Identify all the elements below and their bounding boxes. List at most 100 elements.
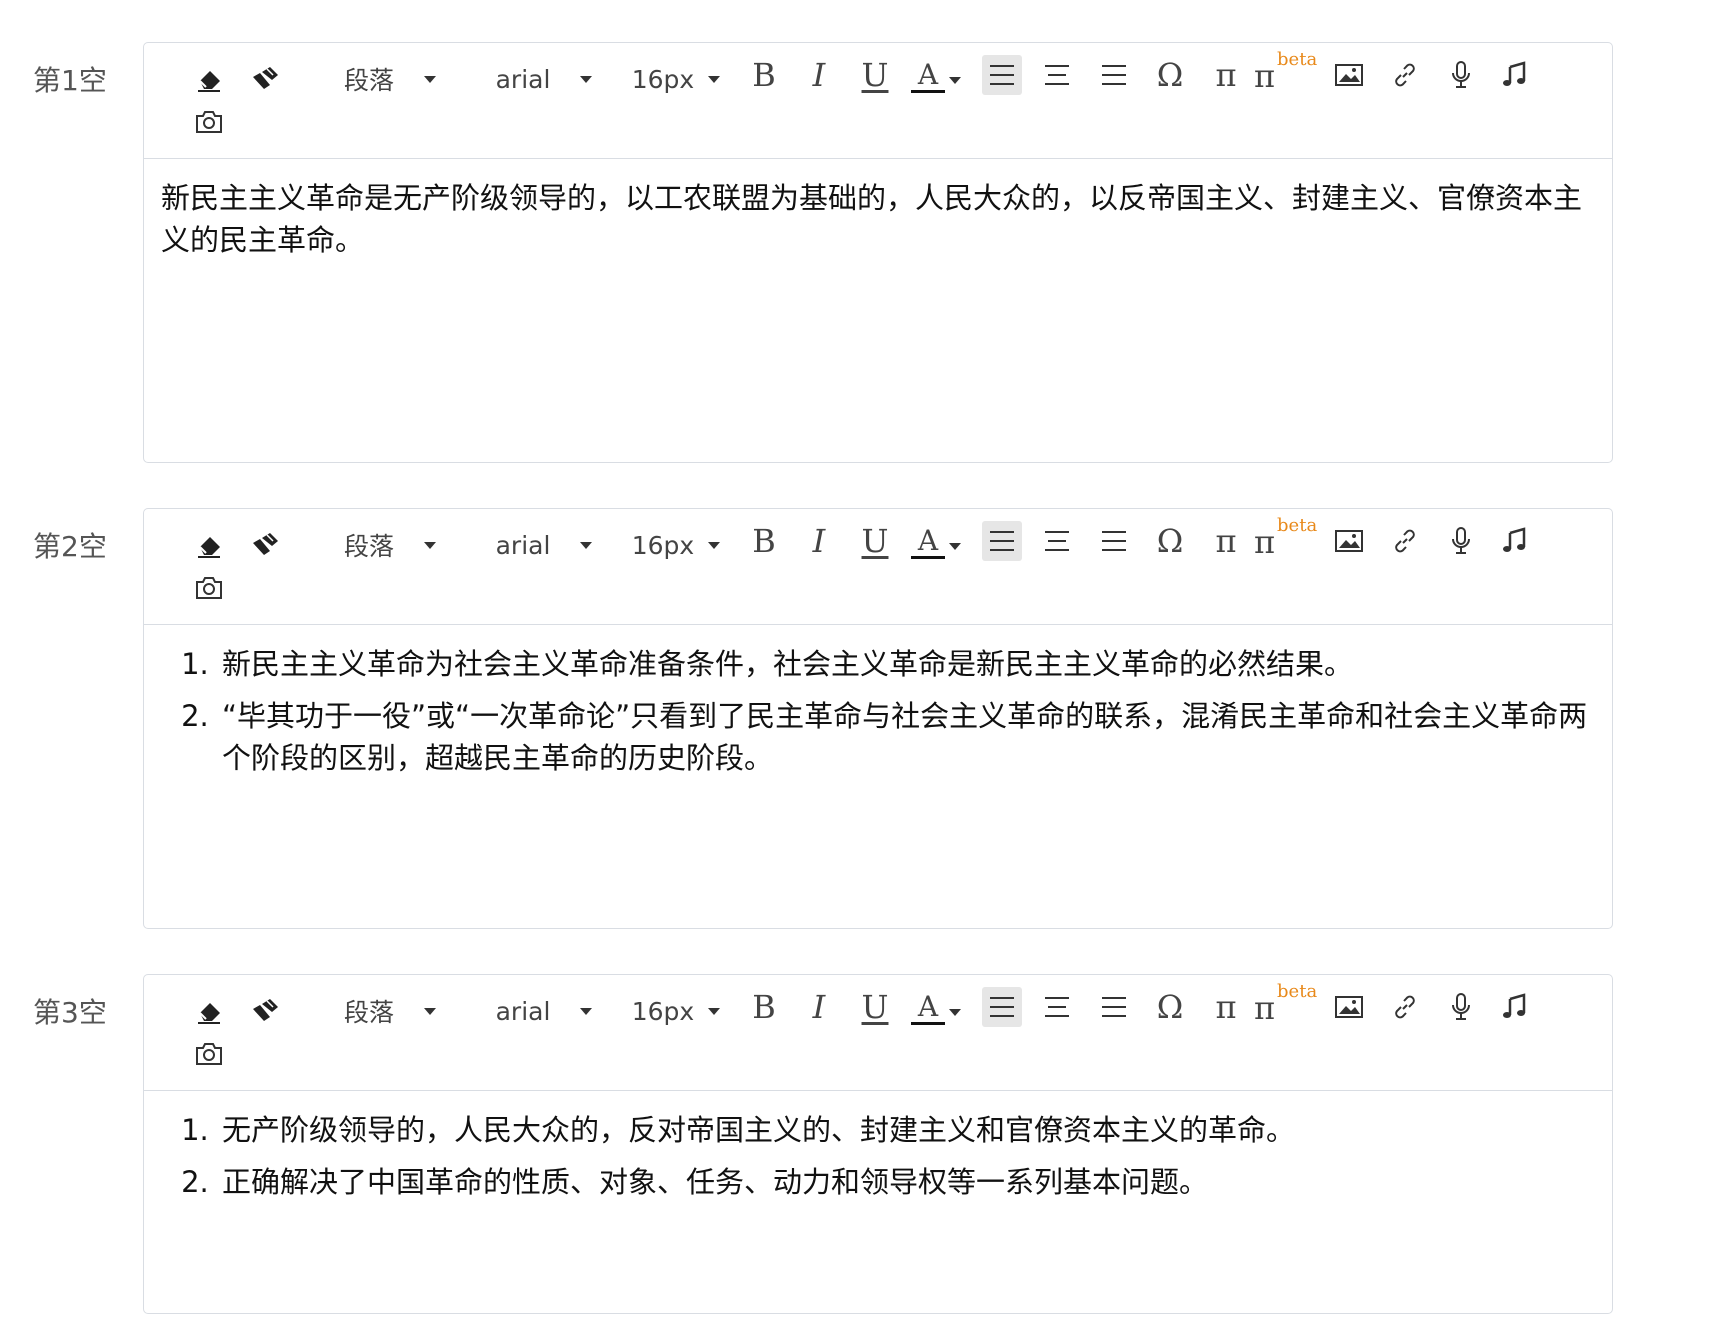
- font-color-button[interactable]: A: [906, 987, 966, 1029]
- underline-button-label: U: [861, 522, 889, 560]
- font-color-swatch: [911, 1021, 945, 1025]
- list-item: 正确解决了中国革命的性质、对象、任务、动力和领导权等一系列基本问题。: [218, 1161, 1594, 1203]
- pi-icon: π: [1215, 988, 1237, 1026]
- pi-icon: π: [1254, 523, 1276, 561]
- pi-icon: π: [1215, 522, 1237, 560]
- camera-button[interactable]: [192, 571, 226, 605]
- eraser-icon[interactable]: [192, 61, 226, 95]
- underline-button[interactable]: U: [855, 55, 895, 95]
- camera-button[interactable]: [192, 105, 226, 139]
- special-char-button[interactable]: Ω: [1150, 55, 1190, 95]
- italic-button[interactable]: I: [799, 987, 839, 1027]
- font-family-select[interactable]: arial: [489, 993, 599, 1029]
- italic-button-label: I: [812, 988, 826, 1026]
- microphone-button[interactable]: [1441, 55, 1481, 95]
- bold-button[interactable]: B: [744, 55, 784, 95]
- editor-content[interactable]: 新民主主义革命是无产阶级领导的，以工农联盟为基础的，人民大众的，以反帝国主义、封…: [144, 159, 1612, 477]
- font-family-select[interactable]: arial: [489, 527, 599, 563]
- font-size-select-label: 16px: [631, 996, 695, 1026]
- chevron-down-icon: [949, 1008, 961, 1016]
- font-color-swatch: [911, 555, 945, 559]
- chevron-down-icon: [949, 76, 961, 84]
- format-brush-icon[interactable]: [248, 61, 282, 95]
- font-size-select[interactable]: 16px: [626, 993, 726, 1029]
- align-left-button[interactable]: [982, 55, 1022, 95]
- underline-button-label: U: [861, 988, 889, 1026]
- link-button[interactable]: [1385, 521, 1425, 561]
- font-family-select-label: arial: [495, 996, 551, 1026]
- paragraph-select[interactable]: 段落: [334, 993, 446, 1029]
- font-family-select[interactable]: arial: [489, 61, 599, 97]
- font-family-select-label: arial: [495, 64, 551, 94]
- align-left-button[interactable]: [982, 521, 1022, 561]
- list-item: “毕其功于一役”或“一次革命论”只看到了民主革命与社会主义革命的联系，混淆民主革…: [218, 695, 1594, 779]
- special-char-button[interactable]: Ω: [1150, 987, 1190, 1027]
- font-size-select-label: 16px: [631, 64, 695, 94]
- paragraph-select-label: 段落: [343, 998, 394, 1027]
- link-button[interactable]: [1385, 55, 1425, 95]
- font-size-select[interactable]: 16px: [626, 61, 726, 97]
- microphone-button[interactable]: [1441, 987, 1481, 1027]
- formula-beta-button[interactable]: π beta: [1254, 49, 1320, 95]
- music-note-button[interactable]: [1495, 521, 1535, 561]
- special-char-button[interactable]: Ω: [1150, 521, 1190, 561]
- eraser-icon[interactable]: [192, 527, 226, 561]
- formula-button[interactable]: π: [1206, 521, 1246, 561]
- align-left-button[interactable]: [982, 987, 1022, 1027]
- align-center-button[interactable]: [1037, 987, 1077, 1027]
- omega-icon: Ω: [1156, 522, 1184, 560]
- image-button[interactable]: [1329, 521, 1369, 561]
- align-center-button[interactable]: [1037, 55, 1077, 95]
- align-right-button[interactable]: [1094, 521, 1134, 561]
- font-size-select[interactable]: 16px: [626, 527, 726, 563]
- rich-text-editor: 段落 arial 16px B I U A: [143, 42, 1613, 463]
- formula-button[interactable]: π: [1206, 987, 1246, 1027]
- blank-label: 第1空: [33, 64, 107, 97]
- image-button[interactable]: [1329, 987, 1369, 1027]
- formula-button[interactable]: π: [1206, 55, 1246, 95]
- editor-toolbar: 段落 arial 16px B I U A Ω π π beta: [144, 509, 1612, 625]
- chevron-down-icon: [580, 75, 593, 83]
- align-right-button[interactable]: [1094, 55, 1134, 95]
- align-right-button[interactable]: [1094, 987, 1134, 1027]
- music-note-button[interactable]: [1495, 987, 1535, 1027]
- camera-button[interactable]: [192, 1037, 226, 1071]
- chevron-down-icon: [424, 75, 436, 83]
- chevron-down-icon: [580, 541, 593, 549]
- image-button[interactable]: [1329, 55, 1369, 95]
- format-brush-icon[interactable]: [248, 993, 282, 1027]
- paragraph-select[interactable]: 段落: [334, 527, 446, 563]
- align-center-button[interactable]: [1037, 521, 1077, 561]
- editor-content[interactable]: 新民主主义革命为社会主义革命准备条件，社会主义革命是新民主主义革命的必然结果。 …: [144, 625, 1612, 943]
- bold-button-label: B: [752, 56, 776, 94]
- link-button[interactable]: [1385, 987, 1425, 1027]
- pi-icon: π: [1254, 989, 1276, 1027]
- font-color-button[interactable]: A: [906, 521, 966, 563]
- format-brush-icon[interactable]: [248, 527, 282, 561]
- answer-list: 无产阶级领导的，人民大众的，反对帝国主义的、封建主义和官僚资本主义的革命。 正确…: [161, 1109, 1594, 1203]
- font-color-button[interactable]: A: [906, 55, 966, 97]
- chevron-down-icon: [424, 1007, 436, 1015]
- formula-beta-button[interactable]: π beta: [1254, 981, 1320, 1027]
- bold-button[interactable]: B: [744, 521, 784, 561]
- editor-content[interactable]: 无产阶级领导的，人民大众的，反对帝国主义的、封建主义和官僚资本主义的革命。 正确…: [144, 1091, 1612, 1329]
- formula-beta-button[interactable]: π beta: [1254, 515, 1320, 561]
- eraser-icon[interactable]: [192, 993, 226, 1027]
- music-note-button[interactable]: [1495, 55, 1535, 95]
- italic-button-label: I: [812, 56, 826, 94]
- italic-button[interactable]: I: [799, 55, 839, 95]
- italic-button[interactable]: I: [799, 521, 839, 561]
- chevron-down-icon: [580, 1007, 593, 1015]
- editor-toolbar: 段落 arial 16px B I U A Ω π π beta: [144, 43, 1612, 159]
- blank-label: 第3空: [33, 996, 107, 1029]
- underline-button[interactable]: U: [855, 521, 895, 561]
- underline-button[interactable]: U: [855, 987, 895, 1027]
- omega-icon: Ω: [1156, 988, 1184, 1026]
- paragraph-select[interactable]: 段落: [334, 61, 446, 97]
- font-color-label: A: [917, 523, 939, 557]
- bold-button[interactable]: B: [744, 987, 784, 1027]
- microphone-button[interactable]: [1441, 521, 1481, 561]
- italic-button-label: I: [812, 522, 826, 560]
- paragraph-select-label: 段落: [343, 532, 394, 561]
- beta-badge: beta: [1277, 981, 1318, 1002]
